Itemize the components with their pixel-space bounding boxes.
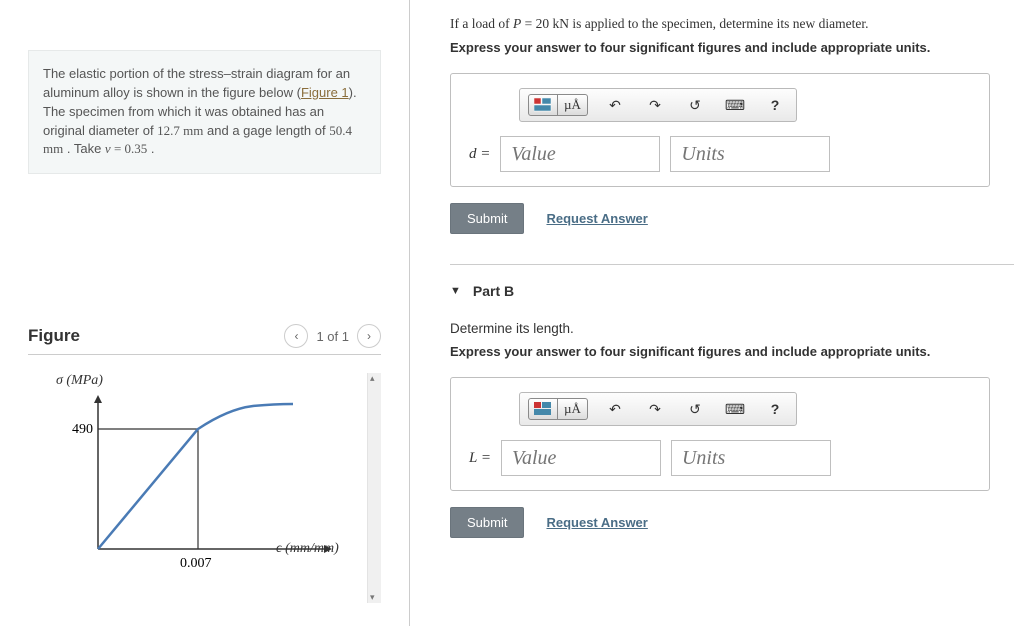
problem-statement: The elastic portion of the stress–strain…: [28, 50, 381, 174]
figure-link[interactable]: Figure 1: [301, 85, 349, 100]
template-picker-icon[interactable]: [528, 398, 558, 420]
graph-xtick: 0.007: [180, 556, 212, 571]
partB-value-input[interactable]: [501, 440, 661, 476]
reset-icon[interactable]: ↺: [682, 94, 708, 116]
partB-units-input[interactable]: [671, 440, 831, 476]
keyboard-icon[interactable]: ⌨: [722, 398, 748, 420]
units-picker-button[interactable]: µÅ: [558, 398, 588, 420]
partB-prompt: Determine its length.: [450, 321, 1014, 336]
keyboard-icon[interactable]: ⌨: [722, 94, 748, 116]
reset-icon[interactable]: ↺: [682, 398, 708, 420]
graph-ytick: 490: [72, 422, 93, 437]
partA-value-input[interactable]: [500, 136, 660, 172]
partB-instruction: Express your answer to four significant …: [450, 344, 1014, 359]
partB-request-answer-link[interactable]: Request Answer: [546, 515, 647, 530]
partA-units-input[interactable]: [670, 136, 830, 172]
partB-header[interactable]: ▼ Part B: [450, 283, 1014, 299]
partA-toolbar: µÅ ↶ ↷ ↺ ⌨ ?: [519, 88, 797, 122]
partB-toolbar: µÅ ↶ ↷ ↺ ⌨ ?: [519, 392, 797, 426]
partB-submit-button[interactable]: Submit: [450, 507, 524, 538]
figure-pager: ‹ 1 of 1 ›: [284, 324, 381, 348]
partA-answer-frame: µÅ ↶ ↷ ↺ ⌨ ? d =: [450, 73, 990, 187]
figure-title: Figure: [28, 326, 80, 346]
partB-answer-frame: µÅ ↶ ↷ ↺ ⌨ ? L =: [450, 377, 990, 491]
undo-icon[interactable]: ↶: [602, 94, 628, 116]
pager-next-button[interactable]: ›: [357, 324, 381, 348]
units-picker-button[interactable]: µÅ: [558, 94, 588, 116]
template-picker-icon[interactable]: [528, 94, 558, 116]
redo-icon[interactable]: ↷: [642, 398, 668, 420]
partA-request-answer-link[interactable]: Request Answer: [546, 211, 647, 226]
figure-scrollbar[interactable]: [367, 373, 381, 603]
help-button[interactable]: ?: [762, 94, 788, 116]
redo-icon[interactable]: ↷: [642, 94, 668, 116]
help-button[interactable]: ?: [762, 398, 788, 420]
partA-submit-button[interactable]: Submit: [450, 203, 524, 234]
graph-x-axis-label: ϵ (mm/mm): [276, 541, 339, 557]
partA-prompt: If a load of P = 20 kN is applied to the…: [450, 16, 1014, 32]
figure-body: σ (MPa) 490 0.007 ϵ (mm/mm): [28, 373, 381, 582]
pager-prev-button[interactable]: ‹: [284, 324, 308, 348]
undo-icon[interactable]: ↶: [602, 398, 628, 420]
collapse-caret-icon: ▼: [450, 285, 461, 297]
pager-text: 1 of 1: [316, 329, 349, 344]
partA-instruction: Express your answer to four significant …: [450, 40, 1014, 55]
partB-variable-label: L =: [469, 450, 491, 467]
partA-variable-label: d =: [469, 146, 490, 163]
graph-y-axis-label: σ (MPa): [56, 373, 381, 389]
